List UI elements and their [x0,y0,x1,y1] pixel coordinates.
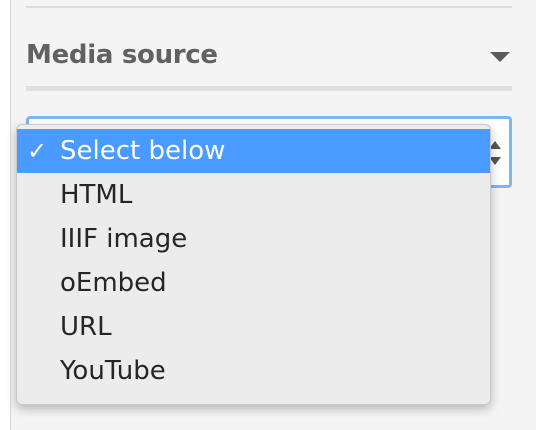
checkmark-icon: ✓ [27,137,48,165]
option-label: IIIF image [60,224,188,254]
media-source-dropdown-menu[interactable]: ✓ Select below HTML IIIF image oEmbed UR… [16,124,491,405]
option-oembed[interactable]: oEmbed [17,261,490,305]
divider [26,6,512,8]
option-label: URL [60,312,112,342]
option-select-below[interactable]: ✓ Select below [17,129,490,173]
caret-down-icon[interactable] [490,52,510,62]
option-iiif-image[interactable]: IIIF image [17,217,490,261]
option-label: Select below [60,136,226,166]
option-url[interactable]: URL [17,305,490,349]
media-source-section-header[interactable]: Media source [26,36,512,80]
section-title: Media source [26,40,218,70]
option-youtube[interactable]: YouTube [17,349,490,393]
option-label: YouTube [60,356,166,386]
option-html[interactable]: HTML [17,173,490,217]
option-label: oEmbed [60,268,167,298]
option-label: HTML [60,180,133,210]
section-divider [26,86,512,91]
